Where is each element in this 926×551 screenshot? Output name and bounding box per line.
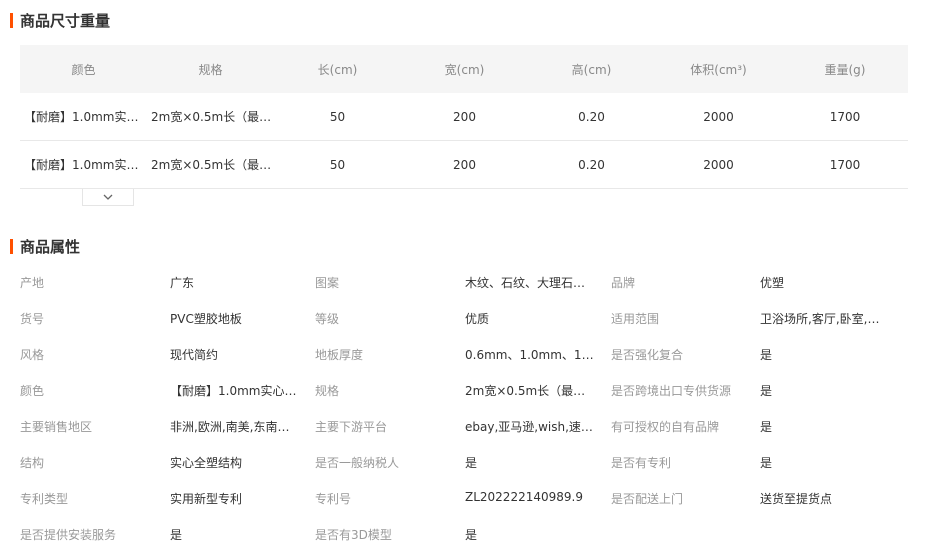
attr-row: 结构 实心全塑结构 是否一般纳税人 是 是否有专利 是 [20,443,920,479]
attr-value: 是 [465,528,478,542]
attr-value: 是 [760,348,773,362]
attr-value: 0.6mm、1.0mm、1.6… [465,348,595,362]
table-header-row: 颜色 规格 长(cm) 宽(cm) 高(cm) 体积(cm³) 重量(g) [20,45,908,93]
attr-label: 有可授权的自有品牌 [611,420,720,434]
cell-weight: 1700 [782,93,908,141]
attr-label: 是否跨境出口专供货源 [611,384,732,398]
attr-row: 专利类型 实用新型专利 专利号 ZL202222140989.9 是否配送上门 … [20,479,920,515]
cell-spec: 2m宽×0.5m长（最… [147,140,274,189]
size-section-title: 商品尺寸重量 [10,11,111,30]
attr-value: 是 [760,420,773,434]
attr-value: 2m宽×0.5m长（最长… [465,384,595,398]
attr-value: 优塑 [760,276,785,290]
attr-section-title: 商品属性 [10,237,81,256]
attr-value: 是 [760,456,773,470]
cell-color: 【耐磨】1.0mm实… [20,93,147,141]
attr-label: 是否有3D模型 [315,528,392,542]
cell-height: 0.20 [528,140,655,189]
cell-volume: 2000 [655,140,782,189]
size-weight-table: 颜色 规格 长(cm) 宽(cm) 高(cm) 体积(cm³) 重量(g) 【耐… [20,45,908,189]
header-height: 高(cm) [528,45,655,93]
attr-value: 实心全塑结构 [170,456,243,470]
attr-value: 【耐磨】1.0mm实心… [170,384,297,398]
attr-label: 风格 [20,348,45,362]
attr-row: 货号 PVC塑胶地板 等级 优质 适用范围 卫浴场所,客厅,卧室,… [20,299,920,335]
attr-label: 主要销售地区 [20,420,93,434]
attr-label: 图案 [315,276,340,290]
attr-label: 主要下游平台 [315,420,388,434]
attr-row: 颜色 【耐磨】1.0mm实心… 规格 2m宽×0.5m长（最长… 是否跨境出口专… [20,371,920,407]
attr-value: 是 [170,528,183,542]
attr-label: 是否提供安装服务 [20,528,117,542]
cell-weight: 1700 [782,140,908,189]
cell-spec: 2m宽×0.5m长（最… [147,93,274,141]
attr-value: 送货至提货点 [760,492,833,506]
cell-length: 50 [274,93,401,141]
header-color: 颜色 [20,45,147,93]
attr-value: 是 [465,456,478,470]
table-row: 【耐磨】1.0mm实… 2m宽×0.5m长（最… 50 200 0.20 200… [20,140,908,189]
attr-label: 是否一般纳税人 [315,456,400,470]
attr-section-title-text: 商品属性 [20,237,81,256]
product-attributes: 产地 广东 图案 木纹、石纹、大理石… 品牌 优塑 货号 PVC塑胶地板 等级 … [20,263,920,551]
cell-color: 【耐磨】1.0mm实… [20,140,147,189]
attr-value: PVC塑胶地板 [170,312,242,326]
attr-label: 结构 [20,456,45,470]
attr-value: 优质 [465,312,490,326]
attr-label: 地板厚度 [315,348,364,362]
attr-label: 专利类型 [20,492,69,506]
title-accent-bar [10,238,13,254]
attr-label: 是否有专利 [611,456,672,470]
expand-table-button[interactable] [82,189,134,206]
attr-value: ebay,亚马逊,wish,速… [465,420,593,434]
attr-value: 现代简约 [170,348,219,362]
attr-value: 非洲,欧洲,南美,东南… [170,420,290,434]
attr-value: 实用新型专利 [170,492,243,506]
cell-volume: 2000 [655,93,782,141]
table-row: 【耐磨】1.0mm实… 2m宽×0.5m长（最… 50 200 0.20 200… [20,93,908,141]
chevron-down-icon [103,194,113,200]
header-width: 宽(cm) [401,45,528,93]
header-weight: 重量(g) [782,45,908,93]
cell-length: 50 [274,140,401,189]
cell-width: 200 [401,140,528,189]
title-accent-bar [10,12,13,28]
attr-label: 产地 [20,276,45,290]
attr-label: 适用范围 [611,312,660,326]
attr-label: 品牌 [611,276,636,290]
attr-value: 广东 [170,276,195,290]
attr-row: 风格 现代简约 地板厚度 0.6mm、1.0mm、1.6… 是否强化复合 是 [20,335,920,371]
attr-row: 是否提供安装服务 是 是否有3D模型 是 [20,515,920,551]
attr-label: 专利号 [315,492,352,506]
attr-label: 等级 [315,312,340,326]
header-volume: 体积(cm³) [655,45,782,93]
cell-height: 0.20 [528,93,655,141]
attr-value: 木纹、石纹、大理石… [465,276,586,290]
attr-value: ZL202222140989.9 [465,490,583,504]
header-length: 长(cm) [274,45,401,93]
attr-label: 颜色 [20,384,45,398]
size-section-title-text: 商品尺寸重量 [20,11,111,30]
attr-label: 是否配送上门 [611,492,684,506]
attr-row: 主要销售地区 非洲,欧洲,南美,东南… 主要下游平台 ebay,亚马逊,wish… [20,407,920,443]
attr-label: 规格 [315,384,340,398]
attr-row: 产地 广东 图案 木纹、石纹、大理石… 品牌 优塑 [20,263,920,299]
attr-label: 货号 [20,312,45,326]
attr-value: 是 [760,384,773,398]
cell-width: 200 [401,93,528,141]
attr-value: 卫浴场所,客厅,卧室,… [760,312,880,326]
header-spec: 规格 [147,45,274,93]
attr-label: 是否强化复合 [611,348,684,362]
